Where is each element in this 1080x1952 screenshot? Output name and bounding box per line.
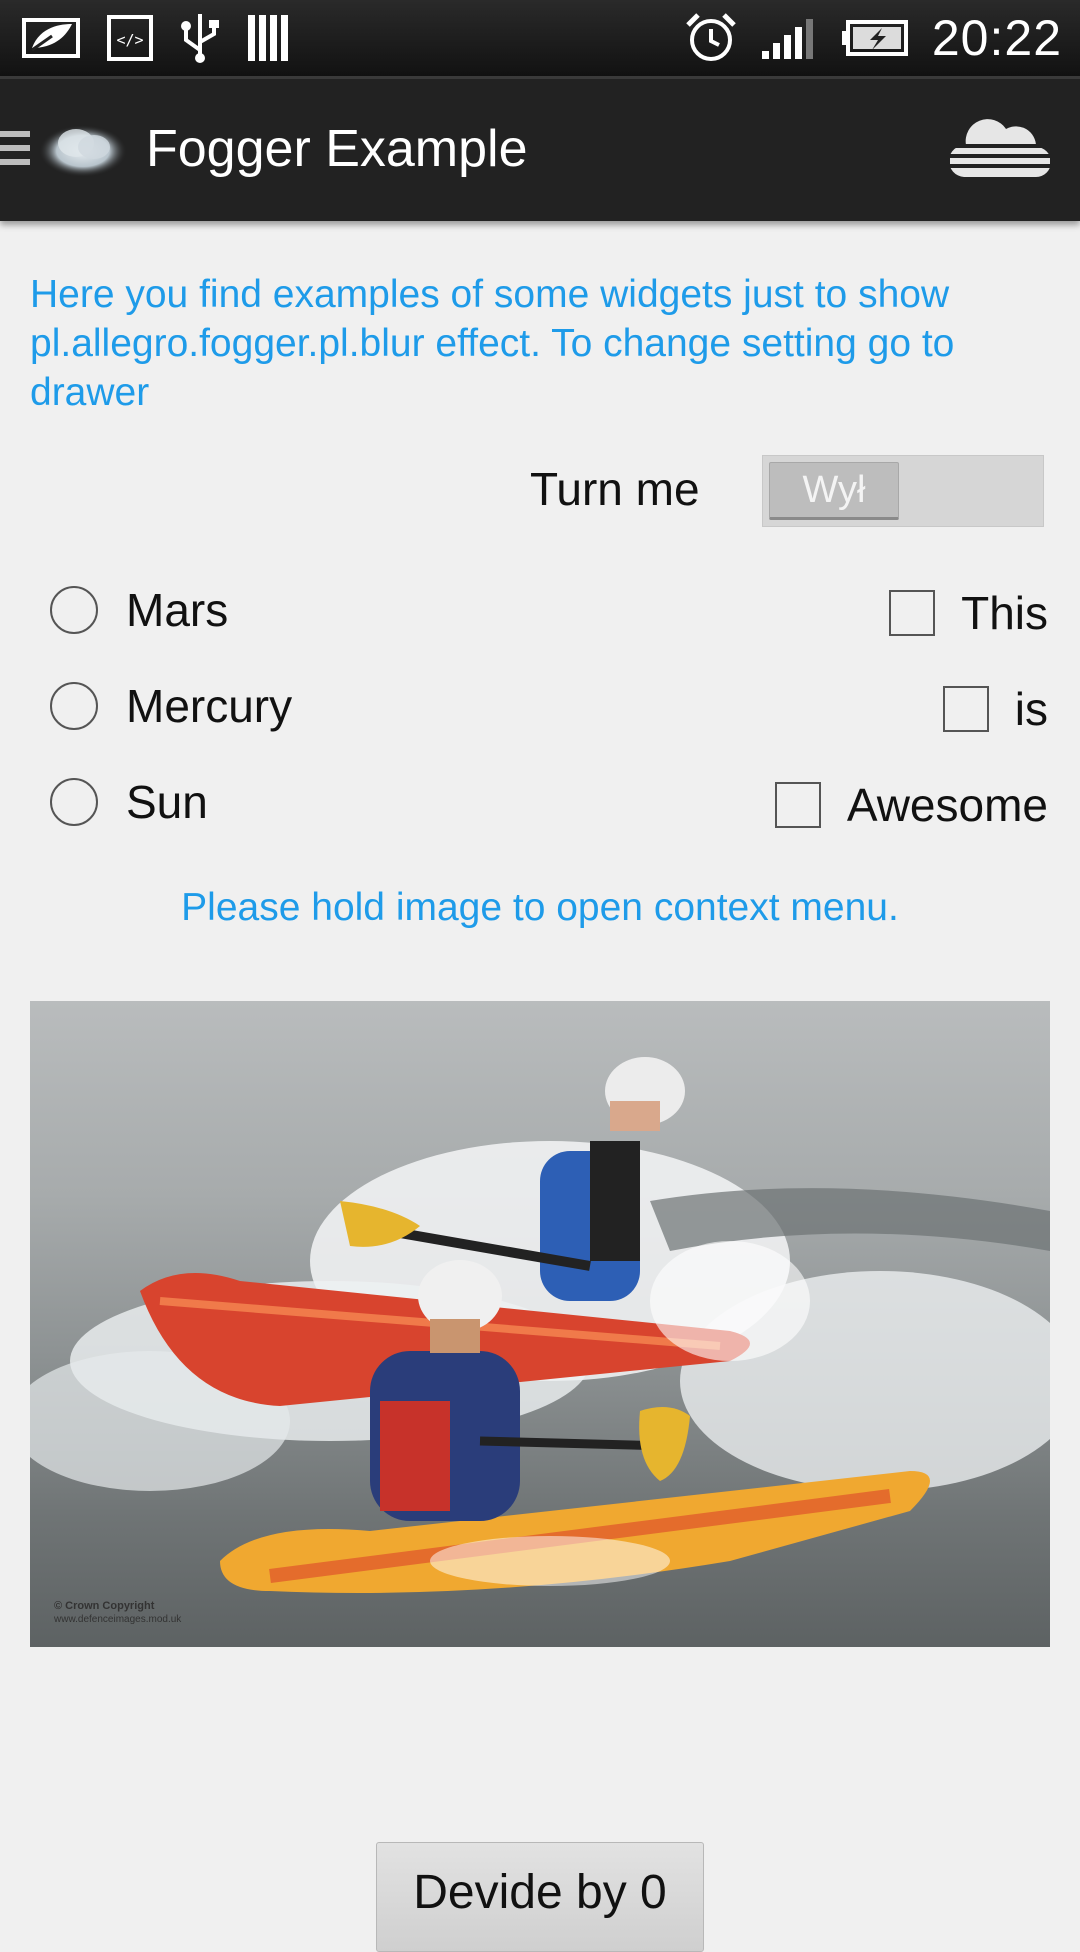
leaf-notification-icon [22, 16, 82, 60]
clock: 20:22 [931, 10, 1062, 66]
divide-by-zero-button[interactable]: Devide by 0 [376, 1842, 704, 1952]
switch-label: Turn me [530, 463, 700, 515]
checkbox[interactable] [774, 782, 821, 828]
drawer-menu-icon[interactable] [0, 131, 30, 173]
checkbox-is[interactable]: is [942, 682, 1048, 736]
status-bar-notifications: </> [22, 10, 292, 66]
cloud-icon[interactable] [948, 117, 1051, 185]
code-icon: </> [106, 14, 154, 62]
radio-button[interactable] [50, 682, 98, 730]
radio-button[interactable] [50, 586, 98, 634]
checkbox-awesome[interactable]: Awesome [774, 778, 1048, 832]
toggle-switch-thumb[interactable]: Wył [769, 462, 899, 520]
checkbox-label: Awesome [846, 779, 1048, 831]
kayakers-photo[interactable]: © Crown Copyright www.defenceimages.mod.… [30, 1001, 1050, 1647]
intro-text: Here you find examples of some widgets j… [30, 273, 955, 414]
checkbox-label: is [1014, 683, 1048, 735]
watermark-line2: www.defenceimages.mod.uk [53, 1614, 182, 1625]
alarm-icon [684, 11, 738, 65]
radio-mercury[interactable]: Mercury [50, 679, 292, 733]
hint-text: Please hold image to open context menu. [181, 886, 899, 929]
usb-icon [178, 12, 222, 64]
svg-text:</>: </> [116, 31, 143, 49]
barcode-icon [246, 13, 292, 63]
checkbox[interactable] [889, 590, 936, 636]
page-title: Fogger Example [146, 120, 528, 178]
radio-mars[interactable]: Mars [50, 583, 228, 637]
app-logo-cloud-icon[interactable] [38, 117, 128, 183]
battery-charging-icon [840, 18, 910, 58]
toggle-switch[interactable]: Wył [762, 455, 1044, 527]
watermark-line1: © Crown Copyright [54, 1600, 155, 1612]
radio-label: Mercury [126, 680, 293, 732]
checkbox-this[interactable]: This [889, 586, 1048, 640]
checkbox[interactable] [942, 686, 989, 732]
status-bar-system: 20:22 [684, 0, 1062, 76]
checkbox-label: This [961, 587, 1048, 639]
radio-sun[interactable]: Sun [50, 775, 208, 829]
radio-button[interactable] [50, 778, 98, 826]
signal-icon [760, 15, 818, 61]
radio-label: Sun [126, 776, 208, 828]
radio-label: Mars [126, 584, 229, 636]
status-bar: </> 20:22 [0, 0, 1080, 76]
action-bar: Fogger Example [0, 76, 1080, 221]
